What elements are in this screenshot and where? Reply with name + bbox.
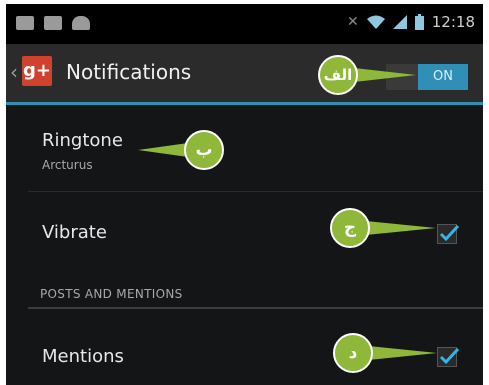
status-bar: ✕ 12:18 [6, 4, 483, 44]
callout-a: الف [318, 55, 418, 95]
toggle-on-label: ON [418, 64, 468, 90]
status-time: 12:18 [431, 13, 475, 31]
callout-pointer [354, 68, 416, 82]
vibrate-title: Vibrate [42, 222, 107, 243]
status-right-icons: ✕ 12:18 [347, 13, 475, 31]
page-title: Notifications [66, 60, 192, 84]
battery-icon [414, 14, 424, 30]
mentions-title: Mentions [42, 346, 124, 367]
back-chevron-icon[interactable]: ‹ [10, 60, 18, 84]
callout-pointer [366, 221, 436, 235]
wifi-icon [366, 15, 385, 29]
mute-icon: ✕ [347, 14, 359, 30]
callout-d: د [333, 333, 441, 373]
callout-pointer [369, 346, 437, 360]
checkmark-icon [439, 348, 460, 365]
section-header: POSTS AND MENTIONS [40, 287, 183, 301]
callout-d-badge: د [333, 333, 373, 373]
android-icon [72, 16, 90, 30]
photo-icon [44, 16, 62, 30]
vibrate-checkbox[interactable] [437, 224, 460, 244]
checkmark-icon [439, 225, 460, 242]
signal-icon [392, 15, 407, 29]
callout-c: ج [330, 208, 440, 248]
callout-a-badge: الف [318, 55, 358, 95]
ringtone-row[interactable]: Ringtone Arcturus [6, 105, 483, 191]
ringtone-title: Ringtone [42, 130, 123, 151]
google-plus-icon[interactable]: g+ [22, 56, 52, 86]
mail-icon [16, 16, 34, 30]
callout-c-badge: ج [330, 208, 370, 248]
status-left-icons [16, 16, 90, 30]
callout-b: ب [138, 130, 228, 170]
ringtone-value: Arcturus [42, 158, 93, 172]
callout-b-badge: ب [184, 130, 224, 170]
callout-pointer [138, 143, 188, 157]
